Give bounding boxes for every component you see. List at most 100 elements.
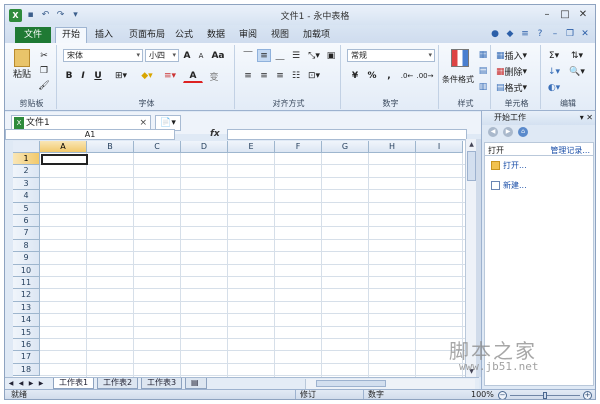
share-icon[interactable]: ◆ xyxy=(504,28,516,40)
font-size-select[interactable]: 小四 xyxy=(145,49,179,62)
column-header[interactable]: H xyxy=(369,141,416,153)
sheet-tab-3[interactable]: 工作表3 xyxy=(141,378,183,389)
format-painter-icon[interactable]: 🖌 xyxy=(37,79,51,92)
number-format-select[interactable]: 常规 xyxy=(347,49,435,62)
table-style-icon[interactable]: ▦ xyxy=(477,49,489,61)
paste-button[interactable]: 粘贴 xyxy=(11,47,33,81)
format-table-icon[interactable]: ▥ xyxy=(477,81,489,93)
find-icon[interactable]: 🔍▾ xyxy=(567,65,587,78)
info-icon[interactable]: ● xyxy=(489,28,501,40)
new-file-link[interactable]: 新建... xyxy=(491,180,527,191)
row-header[interactable]: 4 xyxy=(13,190,40,203)
redo-icon[interactable]: ↷ xyxy=(54,9,67,22)
tab-formulas[interactable]: 公式 xyxy=(169,28,199,43)
merge-cells-icon[interactable]: ⊡▾ xyxy=(305,69,323,83)
tab-data[interactable]: 数据 xyxy=(201,28,231,43)
increase-decimal-icon[interactable]: .0← xyxy=(399,69,415,83)
phonetic-button[interactable]: 变 xyxy=(207,69,221,83)
conditional-format-button[interactable]: 条件格式 xyxy=(441,73,475,85)
last-sheet-icon[interactable]: ▶ xyxy=(37,379,45,388)
undo-icon[interactable]: ↶ xyxy=(39,9,52,22)
align-top-icon[interactable]: ⎺ xyxy=(241,49,255,62)
vertical-scroll-thumb[interactable] xyxy=(467,151,476,181)
distributed-icon[interactable]: ☷ xyxy=(289,69,303,83)
add-sheet-icon[interactable]: ▤ xyxy=(185,378,207,389)
column-header[interactable]: B xyxy=(87,141,134,153)
active-cell[interactable] xyxy=(41,154,88,165)
align-right-icon[interactable]: ≡ xyxy=(273,69,287,83)
indent-icon[interactable]: ▣ xyxy=(325,49,337,62)
open-file-link[interactable]: 打开... xyxy=(491,160,527,171)
wrap-text-icon[interactable]: ☰ xyxy=(289,49,303,62)
fx-icon[interactable]: fx xyxy=(210,129,220,139)
column-header[interactable]: I xyxy=(416,141,463,153)
select-all-corner[interactable] xyxy=(13,141,40,153)
delete-cells-button[interactable]: ▦ 删除 ▾ xyxy=(495,65,539,79)
save-icon[interactable]: ▪ xyxy=(24,9,37,22)
row-header[interactable]: 12 xyxy=(13,289,40,302)
column-header[interactable]: F xyxy=(275,141,322,153)
change-case-button[interactable]: Aa xyxy=(209,49,227,62)
doc-close-icon[interactable]: ✕ xyxy=(579,28,591,40)
name-box[interactable]: A1 xyxy=(5,129,175,140)
settings-icon[interactable]: ≡ xyxy=(519,28,531,40)
restore-icon[interactable]: ❐ xyxy=(564,28,576,40)
row-header[interactable]: 14 xyxy=(13,314,40,327)
clear-icon[interactable]: ◐▾ xyxy=(545,81,563,94)
back-icon[interactable]: ◀ xyxy=(488,127,498,137)
zoom-slider-knob[interactable] xyxy=(543,392,547,399)
row-header[interactable]: 2 xyxy=(13,165,40,178)
column-header[interactable]: A xyxy=(40,141,87,153)
close-button[interactable]: ✕ xyxy=(575,7,591,22)
currency-button[interactable]: ¥ xyxy=(347,69,363,83)
align-center-icon[interactable]: ≡ xyxy=(257,69,271,83)
tab-file[interactable]: 文件 xyxy=(15,27,51,43)
border-icon[interactable]: ⊞▾ xyxy=(111,69,131,83)
bold-button[interactable]: B xyxy=(63,69,75,83)
row-header[interactable]: 6 xyxy=(13,215,40,228)
customize-toolbar-icon[interactable]: ▾ xyxy=(69,9,82,22)
line-color-icon[interactable]: ≡▾ xyxy=(161,69,179,83)
sheet-tab-1[interactable]: 工作表1 xyxy=(53,378,95,389)
align-middle-icon[interactable]: ≡ xyxy=(257,49,271,62)
fill-icon[interactable]: ↓▾ xyxy=(545,65,563,78)
orientation-icon[interactable]: ⤡▾ xyxy=(305,49,323,62)
first-sheet-icon[interactable]: ◀ xyxy=(7,379,15,388)
align-bottom-icon[interactable]: ⎽ xyxy=(273,49,287,62)
prev-sheet-icon[interactable]: ◀ xyxy=(17,379,25,388)
row-header[interactable]: 7 xyxy=(13,227,40,240)
row-header[interactable]: 15 xyxy=(13,326,40,339)
format-cells-button[interactable]: ▤ 格式 ▾ xyxy=(495,81,539,95)
column-header[interactable]: D xyxy=(181,141,228,153)
conditional-format-icon[interactable] xyxy=(449,47,471,69)
row-header[interactable]: 1 xyxy=(13,153,40,166)
zoom-out-icon[interactable]: − xyxy=(498,391,507,399)
zoom-slider[interactable] xyxy=(510,392,580,399)
decrease-decimal-icon[interactable]: .00→ xyxy=(417,69,434,83)
app-icon[interactable]: X xyxy=(9,8,22,22)
row-header[interactable]: 8 xyxy=(13,239,40,253)
tab-page-layout[interactable]: 页面布局 xyxy=(123,28,171,43)
ribbon-minimize-icon[interactable]: – xyxy=(549,28,561,40)
doc-tab-close-icon[interactable]: × xyxy=(139,116,147,130)
task-pane-close-icon[interactable]: ▾ ✕ xyxy=(580,111,593,125)
row-header[interactable]: 16 xyxy=(13,339,40,352)
cut-icon[interactable]: ✂ xyxy=(37,49,51,62)
sort-filter-icon[interactable]: ⇅▾ xyxy=(567,49,587,62)
forward-icon[interactable]: ▶ xyxy=(503,127,513,137)
scroll-up-icon[interactable]: ▲ xyxy=(467,140,476,149)
minimize-button[interactable]: – xyxy=(539,7,555,22)
sheet-tab-2[interactable]: 工作表2 xyxy=(97,378,139,389)
font-name-select[interactable]: 宋体 xyxy=(63,49,143,62)
column-header[interactable]: E xyxy=(228,141,275,153)
tab-addins[interactable]: 加载项 xyxy=(297,28,336,43)
zoom-level[interactable]: 100% xyxy=(471,390,494,399)
column-header[interactable]: C xyxy=(134,141,181,153)
home-icon[interactable]: ⌂ xyxy=(518,127,528,137)
horizontal-scroll-thumb[interactable] xyxy=(316,380,386,387)
row-header[interactable]: 3 xyxy=(13,177,40,191)
row-header[interactable]: 17 xyxy=(13,351,40,364)
zoom-in-icon[interactable]: + xyxy=(583,391,592,399)
row-header[interactable]: 11 xyxy=(13,277,40,290)
cell-style-icon[interactable]: ▤ xyxy=(477,65,489,77)
